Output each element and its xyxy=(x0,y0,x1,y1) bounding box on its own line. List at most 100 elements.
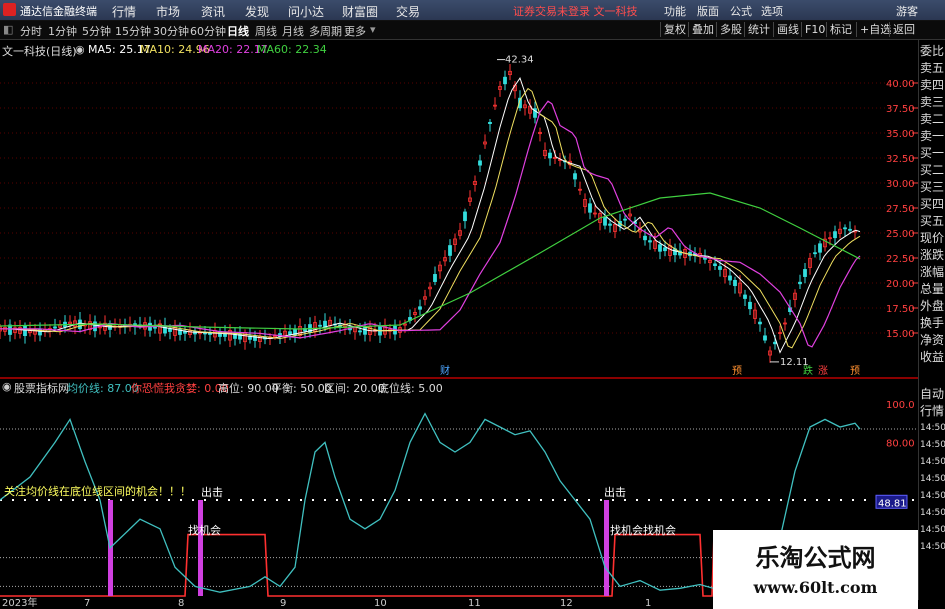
event-marker: 预 xyxy=(732,365,742,377)
quote-field-label: 净资 xyxy=(920,333,945,347)
menu-ask[interactable]: 问小达 xyxy=(288,3,324,20)
menu-formula[interactable]: 公式 xyxy=(730,3,752,19)
stock-name: 文一科技(日线) xyxy=(2,45,77,58)
quote-field-label: 卖三 xyxy=(920,95,945,109)
indicator-tick: 100.0 xyxy=(886,400,915,411)
back-button[interactable]: 返回 xyxy=(889,22,918,37)
quote-field-label: 换手 xyxy=(920,316,945,330)
quote-field-label: 卖四 xyxy=(920,78,945,92)
tab-period-daily[interactable]: 日线 xyxy=(227,23,249,39)
tab-period-more[interactable]: 更多 xyxy=(344,23,366,39)
tab-period-1min[interactable]: 1分钟 xyxy=(48,23,77,39)
menu-discover[interactable]: 发现 xyxy=(245,3,269,20)
kline-chart[interactable]: 40.00 37.50 35.00 32.50 30.00 27.50 25.00 22.50… xyxy=(0,40,945,378)
candle-body xyxy=(658,244,662,252)
tab-period-multi[interactable]: 多周期 xyxy=(309,23,342,39)
candle-body xyxy=(603,217,607,226)
login-notice[interactable]: 证券交易未登录 文一科技 xyxy=(513,3,638,19)
current-value: 48.81 xyxy=(878,498,907,509)
tab-period-30min[interactable]: 30分钟 xyxy=(153,23,189,39)
candle-body xyxy=(728,275,732,281)
price-tick: 35.00 xyxy=(886,129,915,140)
candle-body xyxy=(848,228,852,231)
watermark: 乐淘公式网 www.60lt.com xyxy=(713,530,918,609)
price-tick: 40.00 xyxy=(886,79,915,90)
menu-function[interactable]: 功能 xyxy=(664,3,686,19)
tab-period-timeshare[interactable]: 分时 xyxy=(20,23,42,39)
candle-body xyxy=(53,326,57,329)
auto-quote-label[interactable]: 行情 xyxy=(920,404,945,418)
candle-body xyxy=(503,76,507,85)
trade-time: 14:50 xyxy=(920,474,945,484)
candle-body xyxy=(363,327,367,335)
auto-quote-label[interactable]: 自动 xyxy=(920,387,945,401)
title-bar: 通达信金融终端 行情 市场 资讯 发现 问小达 财富圈 交易 证券交易未登录 文… xyxy=(0,0,945,21)
candle-body xyxy=(833,231,837,239)
candle-body xyxy=(93,321,97,332)
menu-quotes[interactable]: 行情 xyxy=(112,3,136,20)
quote-field-label: 涨跌 xyxy=(920,248,945,262)
signal-find-1: 找机会 xyxy=(188,524,221,537)
tab-period-15min[interactable]: 15分钟 xyxy=(115,23,151,39)
candle-body xyxy=(8,324,12,335)
menu-options[interactable]: 选项 xyxy=(761,3,783,19)
param-fear-greed: 你恐慌我贪婪: 0.00 xyxy=(131,382,229,395)
candle-body xyxy=(588,203,592,213)
price-tick: 25.00 xyxy=(886,229,915,240)
signal-find-3: 找机会 xyxy=(643,524,676,537)
event-marker: 财 xyxy=(440,364,450,377)
candle-body xyxy=(418,306,422,310)
restore-button[interactable]: 复权 xyxy=(660,22,689,37)
tab-period-5min[interactable]: 5分钟 xyxy=(82,23,111,39)
candle-body xyxy=(648,240,652,243)
x-label: 10 xyxy=(374,598,387,609)
price-tick: 17.50 xyxy=(886,304,915,315)
tab-period-60min[interactable]: 60分钟 xyxy=(190,23,226,39)
guest-label[interactable]: 游客 xyxy=(896,3,918,19)
x-label: 2023年 xyxy=(2,598,38,609)
quote-field-label: 买四 xyxy=(920,197,945,211)
indicator-notice: 关注均价线在底位线区间的机会！！！ xyxy=(4,485,191,498)
trade-time: 14:50 xyxy=(920,457,945,467)
chart-settings-icon[interactable]: ◉ xyxy=(75,43,85,56)
signal-bar xyxy=(604,500,609,596)
toolbar-back-icon[interactable]: ◧ xyxy=(3,23,13,36)
tab-period-monthly[interactable]: 月线 xyxy=(282,23,304,39)
menu-layout[interactable]: 版面 xyxy=(697,3,719,19)
f10-button[interactable]: F10 xyxy=(801,22,828,37)
quote-field-label: 委比 xyxy=(920,44,945,58)
candle-body xyxy=(358,330,362,333)
tab-period-weekly[interactable]: 周线 xyxy=(255,23,277,39)
draw-line-button[interactable]: 画线 xyxy=(773,22,802,37)
trade-time: 14:50 xyxy=(920,440,945,450)
overlay-button[interactable]: 叠加 xyxy=(688,22,717,37)
quote-field-label: 总量 xyxy=(920,282,945,296)
candle-body xyxy=(153,326,157,329)
quote-field-label: 买三 xyxy=(920,180,945,194)
signal-find-2: 找机会 xyxy=(610,524,643,537)
more-dropdown-icon[interactable]: ▾ xyxy=(370,23,376,36)
x-label: 7 xyxy=(84,598,91,609)
high-price-label: 42.34 xyxy=(505,55,534,66)
signal-bar xyxy=(198,500,203,596)
candle-body xyxy=(573,173,577,180)
candle-body xyxy=(813,252,817,255)
candle-body xyxy=(733,279,737,287)
statistics-button[interactable]: 统计 xyxy=(744,22,773,37)
menu-trade[interactable]: 交易 xyxy=(396,3,420,20)
indicator-name: 股票指标网 xyxy=(14,382,69,395)
menu-wealth[interactable]: 财富圈 xyxy=(342,3,378,20)
trade-time: 14:50 xyxy=(920,508,945,518)
indicator-settings-icon[interactable]: ◉ xyxy=(2,380,12,393)
mark-button[interactable]: 标记 xyxy=(826,22,855,37)
watermark-title: 乐淘公式网 xyxy=(755,544,876,572)
quote-field-label: 买二 xyxy=(920,163,945,177)
quote-side-panel: 委比 卖五 卖四 卖三 卖二 卖一 买一 买二 买三 买四 买五 现价 涨跌 涨幅 总量 外盘 换手 净资 收益 自动… xyxy=(918,40,945,600)
multi-stock-button[interactable]: 多股 xyxy=(716,22,745,37)
menu-market[interactable]: 市场 xyxy=(156,3,180,20)
param-range: 区间: 20.00 xyxy=(324,382,385,395)
param-high: 高位: 90.00 xyxy=(218,382,279,395)
watermark-url: www.60lt.com xyxy=(753,578,878,597)
candle-body xyxy=(663,247,667,252)
menu-news[interactable]: 资讯 xyxy=(201,3,225,20)
